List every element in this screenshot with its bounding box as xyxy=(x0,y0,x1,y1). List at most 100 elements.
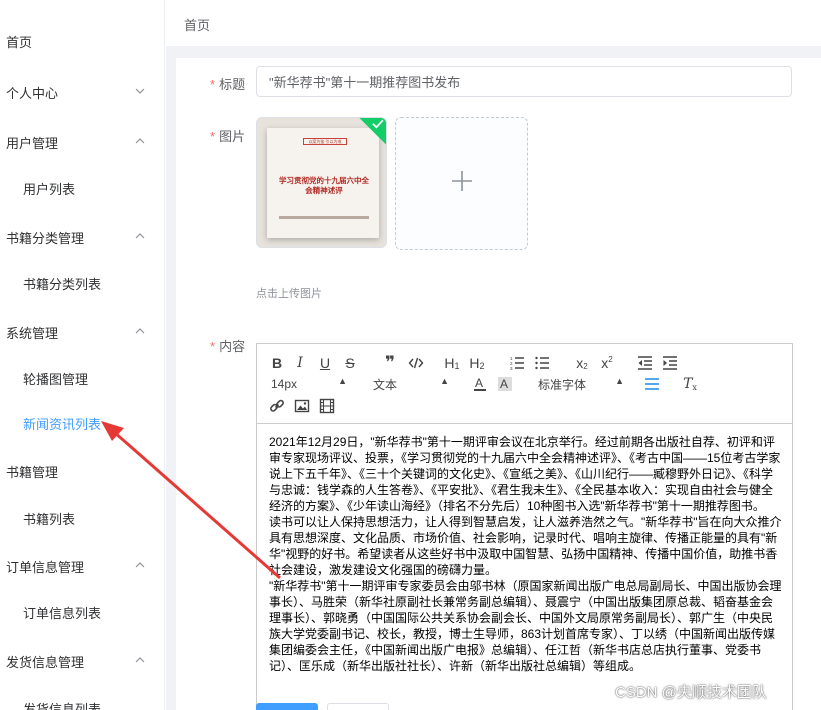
sidebar-item-book-category-mgmt[interactable]: 书籍分类管理 xyxy=(0,217,164,257)
required-asterisk: * xyxy=(210,129,216,144)
sidebar-item-label: 新闻资讯列表 xyxy=(23,416,102,432)
required-asterisk: * xyxy=(210,77,216,92)
title-label-text: 标题 xyxy=(219,77,246,92)
sidebar-item-user-mgmt[interactable]: 用户管理 xyxy=(0,122,164,162)
upload-tip: 点击上传图片 xyxy=(256,288,322,300)
image-label-text: 图片 xyxy=(219,129,246,144)
blockquote-icon[interactable]: ❞ xyxy=(381,353,399,372)
sidebar-menu: 首页 个人中心 用户管理 用户列表 书籍分类管理 书籍分类列表 系统管理 轮播图… xyxy=(0,0,165,710)
book-cover-band-text: 以案为鉴 引以为戒 xyxy=(308,139,342,144)
text-style-select[interactable]: 文本 ▲ xyxy=(373,375,449,393)
bullet-list-icon[interactable] xyxy=(534,354,550,372)
uploaded-image-thumbnail[interactable]: 以案为鉴 引以为戒 学习贯彻党的十九届六中全会精神述评 xyxy=(256,117,387,248)
check-icon xyxy=(372,119,384,129)
sidebar-item-book-list[interactable]: 书籍列表 xyxy=(0,498,164,538)
sidebar-item-label: 首页 xyxy=(6,34,33,50)
sidebar-item-label: 书籍管理 xyxy=(6,464,59,480)
submit-button[interactable] xyxy=(256,703,318,710)
rich-text-editor: B I U S ❞ H1 H2 123 x2 x2 14px ▲ 文本 ▲ A … xyxy=(256,343,793,710)
plus-icon xyxy=(452,171,472,191)
sidebar-item-home[interactable]: 首页 xyxy=(0,21,164,61)
top-header: 首页 xyxy=(166,0,821,46)
select-caret-icon: ▲ xyxy=(440,376,449,386)
chevron-up-icon xyxy=(135,560,145,570)
font-family-value: 标准字体 xyxy=(538,377,587,392)
content-label-text: 内容 xyxy=(219,339,246,354)
sidebar-item-label: 系统管理 xyxy=(6,325,59,341)
font-color-icon[interactable]: A xyxy=(472,375,488,393)
title-input-value: "新华荐书"第十一期推荐图书发布 xyxy=(269,75,461,90)
breadcrumb[interactable]: 首页 xyxy=(184,15,210,34)
code-icon[interactable] xyxy=(407,354,425,372)
book-cover-subtitle-line xyxy=(279,216,369,219)
underline-icon[interactable]: U xyxy=(318,354,332,372)
font-size-select[interactable]: 14px ▲ xyxy=(271,375,347,393)
chevron-up-icon xyxy=(135,655,145,665)
title-label: * 标题 xyxy=(210,74,245,93)
svg-text:A: A xyxy=(500,377,508,391)
select-caret-icon: ▲ xyxy=(615,376,624,386)
sidebar-item-order-list[interactable]: 订单信息列表 xyxy=(0,592,164,632)
editor-paragraph: 读书可以让人保持思想活力，让人得到智慧启发，让人滋养浩然之气。"新华荐书"旨在向… xyxy=(269,515,782,577)
sidebar-item-label: 个人中心 xyxy=(6,85,59,101)
content-label: * 内容 xyxy=(210,336,245,355)
sidebar-item-order-mgmt[interactable]: 订单信息管理 xyxy=(0,546,164,586)
book-cover-title: 学习贯彻党的十九届六中全会精神述评 xyxy=(279,176,369,195)
video-icon[interactable] xyxy=(319,397,335,415)
editor-toolbar: B I U S ❞ H1 H2 123 x2 x2 14px ▲ 文本 ▲ A … xyxy=(257,344,792,424)
sidebar-item-book-mgmt[interactable]: 书籍管理 xyxy=(0,451,164,491)
editor-paragraph: "新华荐书"第十一期评审专家委员会由邬书林（原国家新闻出版广电总局副局长、中国出… xyxy=(269,579,782,673)
content-divider xyxy=(166,46,821,58)
strikethrough-icon[interactable]: S xyxy=(343,354,357,372)
subscript-icon[interactable]: x2 xyxy=(573,354,591,372)
sidebar-item-carousel-mgmt[interactable]: 轮播图管理 xyxy=(0,358,164,398)
title-input[interactable]: "新华荐书"第十一期推荐图书发布 xyxy=(256,66,792,97)
sidebar-item-shipping-mgmt[interactable]: 发货信息管理 xyxy=(0,641,164,681)
font-family-select[interactable]: 标准字体 ▲ xyxy=(538,375,624,393)
sidebar-item-label: 轮播图管理 xyxy=(23,371,89,387)
sidebar-item-user-list[interactable]: 用户列表 xyxy=(0,168,164,208)
sidebar-item-label: 发货信息列表 xyxy=(23,701,102,710)
link-icon[interactable] xyxy=(269,397,285,415)
image-upload-button[interactable] xyxy=(395,117,528,250)
svg-text:A: A xyxy=(475,376,483,390)
clear-format-icon[interactable]: Tx xyxy=(682,375,698,393)
sidebar-item-label: 书籍分类列表 xyxy=(23,276,102,292)
sidebar-item-label: 用户管理 xyxy=(6,135,59,151)
cancel-button[interactable] xyxy=(327,703,389,710)
watermark: CSDN @央顺技术团队 xyxy=(615,684,767,701)
sidebar-item-personal-center[interactable]: 个人中心 xyxy=(0,72,164,112)
sidebar-item-label: 订单信息管理 xyxy=(6,559,85,575)
superscript-icon[interactable]: x2 xyxy=(598,354,616,372)
sidebar-item-system-mgmt[interactable]: 系统管理 xyxy=(0,312,164,352)
content-gutter xyxy=(166,46,176,710)
sidebar-item-label: 书籍列表 xyxy=(23,511,76,527)
sidebar-item-news-list[interactable]: 新闻资讯列表 xyxy=(0,403,164,443)
sidebar-item-book-category-list[interactable]: 书籍分类列表 xyxy=(0,263,164,303)
sidebar-item-label: 书籍分类管理 xyxy=(6,230,85,246)
sidebar-item-label: 发货信息管理 xyxy=(6,654,85,670)
outdent-icon[interactable] xyxy=(637,354,653,372)
book-cover-image: 以案为鉴 引以为戒 学习贯彻党的十九届六中全会精神述评 xyxy=(267,128,379,238)
italic-icon[interactable]: I xyxy=(293,354,307,372)
sidebar-item-shipping-list[interactable]: 发货信息列表 xyxy=(0,688,164,710)
text-style-value: 文本 xyxy=(373,377,398,392)
bold-icon[interactable]: B xyxy=(269,354,285,372)
chevron-down-icon xyxy=(135,86,145,96)
app-root: 首页 个人中心 用户管理 用户列表 书籍分类管理 书籍分类列表 系统管理 轮播图… xyxy=(0,0,821,710)
image-icon[interactable] xyxy=(294,397,310,415)
image-label: * 图片 xyxy=(210,126,245,145)
chevron-up-icon xyxy=(135,136,145,146)
book-cover-band: 以案为鉴 引以为戒 xyxy=(303,138,347,145)
heading2-icon[interactable]: H2 xyxy=(468,354,486,372)
heading1-icon[interactable]: H1 xyxy=(443,354,461,372)
ordered-list-icon[interactable]: 123 xyxy=(509,354,525,372)
align-icon[interactable] xyxy=(644,375,660,393)
indent-icon[interactable] xyxy=(662,354,678,372)
editor-content[interactable]: 2021年12月29日，"新华荐书"第十一期评审会议在北京举行。经过前期各出版社… xyxy=(269,434,784,674)
select-caret-icon: ▲ xyxy=(338,376,347,386)
background-color-icon[interactable]: A xyxy=(497,375,513,393)
chevron-up-icon xyxy=(135,326,145,336)
sidebar-item-label: 订单信息列表 xyxy=(23,605,102,621)
sidebar-item-label: 用户列表 xyxy=(23,181,76,197)
